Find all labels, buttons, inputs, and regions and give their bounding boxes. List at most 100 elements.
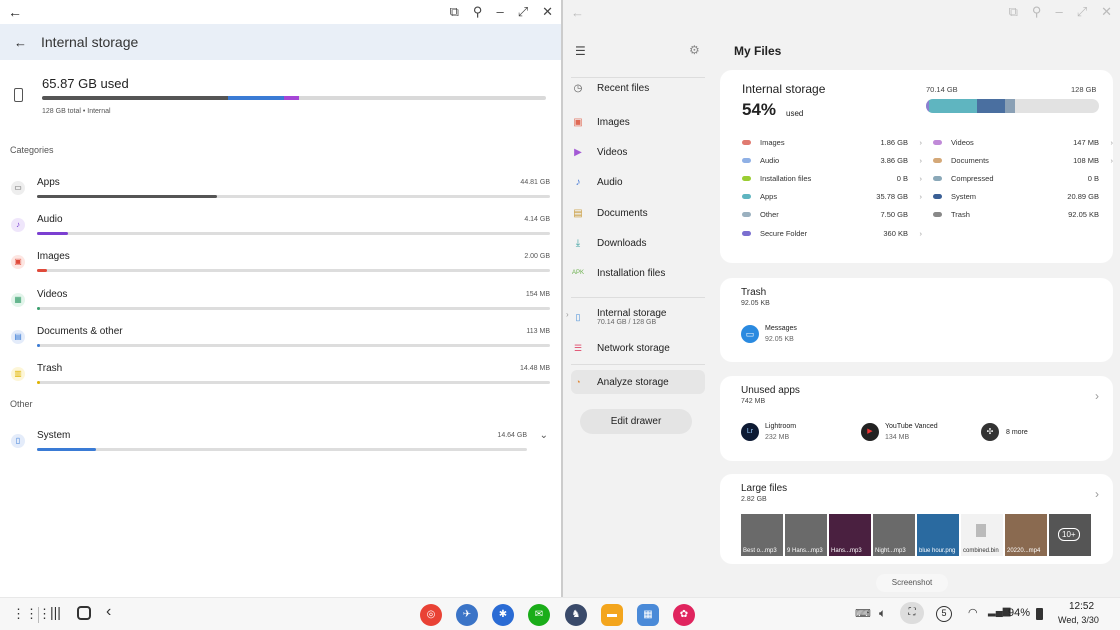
- drawer-item-analyze-storage[interactable]: ◔ Analyze storage: [571, 370, 705, 394]
- large-file-thumb[interactable]: Night...mp3: [873, 514, 915, 556]
- drawer-item-installation-files[interactable]: APK Installation files: [571, 261, 705, 285]
- volume-icon[interactable]: 🔈︎: [879, 606, 886, 621]
- chevron-right-icon[interactable]: ›: [920, 174, 923, 183]
- recent-apps-icon[interactable]: |||: [50, 604, 61, 620]
- file-name: 9 Hans...mp3: [787, 548, 823, 554]
- file-name: blue hour.png: [919, 548, 956, 554]
- legend-images[interactable]: Images 1.86 GB ›: [742, 138, 922, 150]
- trash-card[interactable]: Trash 92.05 KB ▭ Messages 92.05 KB: [720, 278, 1113, 362]
- large-files-size: 2.82 GB: [741, 496, 767, 503]
- storage-card-title: Internal storage: [742, 82, 826, 96]
- large-file-thumb[interactable]: 9 Hans...mp3: [785, 514, 827, 556]
- chevron-right-icon[interactable]: ›: [920, 156, 923, 165]
- category-row-apps[interactable]: ▭ Apps 44.81 GB: [0, 173, 560, 210]
- minimize-icon[interactable]: –: [496, 4, 503, 20]
- chevron-right-icon[interactable]: ›: [920, 192, 923, 201]
- drawer-item-downloads[interactable]: ⤓ Downloads: [571, 231, 705, 255]
- notification-badge[interactable]: 5: [936, 606, 952, 622]
- chevron-right-icon[interactable]: ›: [1095, 487, 1099, 501]
- legend-label: Installation files: [760, 174, 812, 183]
- chevron-right-icon[interactable]: ›: [1111, 138, 1114, 147]
- minimize-icon[interactable]: –: [1055, 4, 1062, 20]
- category-size: 154 MB: [525, 291, 550, 298]
- pin-icon[interactable]: ⚲: [473, 4, 483, 20]
- edit-drawer-button[interactable]: Edit drawer: [580, 409, 692, 434]
- maximize-icon[interactable]: ⤢: [518, 4, 528, 20]
- gallery-app-icon[interactable]: ▦: [637, 604, 659, 626]
- home-icon[interactable]: [77, 606, 91, 620]
- more-files-thumb[interactable]: 10+: [1049, 514, 1091, 556]
- large-file-thumb[interactable]: Best o...mp3: [741, 514, 783, 556]
- screenshot-icon[interactable]: ⛶: [900, 602, 924, 624]
- back-arrow-icon[interactable]: ←: [8, 4, 22, 20]
- back-arrow-icon[interactable]: ←: [571, 5, 584, 20]
- category-row-images[interactable]: ▣ Images 2.00 GB: [0, 247, 560, 284]
- page-header: ← Internal storage: [0, 24, 561, 60]
- chevron-right-icon[interactable]: ›: [1111, 156, 1114, 165]
- large-files-title: Large files: [741, 483, 788, 494]
- close-icon[interactable]: ✕: [1101, 4, 1112, 20]
- category-bar: [37, 307, 550, 310]
- gear-icon[interactable]: ⚙: [689, 43, 700, 57]
- other-heading: Other: [10, 399, 33, 409]
- unused-apps-card[interactable]: Unused apps 742 MB › Lr Lightroom 232 MB…: [720, 376, 1113, 461]
- drawer-item-audio[interactable]: ♪ Audio: [571, 170, 705, 194]
- legend-audio[interactable]: Audio 3.86 GB ›: [742, 156, 922, 168]
- total-label: 128 GB total • Internal: [42, 108, 111, 115]
- category-row-trash[interactable]: ▥ Trash 14.48 MB: [0, 359, 560, 396]
- drawer-item-network-storage[interactable]: ☰ Network storage: [571, 336, 705, 360]
- app-grid-icon[interactable]: ⋮⋮⋮: [12, 606, 51, 622]
- back-arrow-icon[interactable]: ←: [14, 35, 27, 50]
- back-icon[interactable]: ‹: [106, 603, 111, 621]
- close-icon[interactable]: ✕: [542, 4, 553, 20]
- large-file-thumb[interactable]: Hans...mp3: [829, 514, 871, 556]
- star-app-icon[interactable]: ✱: [492, 604, 514, 626]
- window-split-icon[interactable]: ⧉: [450, 4, 459, 20]
- internal-storage-card[interactable]: Internal storage 54% used 70.14 GB 128 G…: [720, 70, 1113, 263]
- large-file-thumb[interactable]: blue hour.png: [917, 514, 959, 556]
- drawer-item-label: Installation files: [597, 267, 666, 279]
- large-files-card[interactable]: Large files 2.82 GB › Best o...mp3 9 Hans…: [720, 474, 1113, 564]
- drawer-item-recent-files[interactable]: ◷ Recent files: [571, 76, 705, 100]
- large-file-thumb[interactable]: 20220...mp4: [1005, 514, 1047, 556]
- more-apps-label[interactable]: 8 more: [1006, 429, 1028, 436]
- legend-label: Documents: [951, 156, 989, 165]
- file-icon: [976, 524, 986, 537]
- penguin-app-icon[interactable]: ♞: [565, 604, 587, 626]
- category-row-documents-other[interactable]: ▤ Documents & other 113 MB: [0, 322, 560, 359]
- menu-icon[interactable]: ☰: [575, 44, 586, 58]
- chevron-right-icon[interactable]: ›: [1095, 389, 1099, 403]
- legend-system: System 20.89 GB: [933, 192, 1113, 204]
- legend-secure-folder[interactable]: Secure Folder 360 KB ›: [742, 229, 922, 241]
- unused-app-size: 134 MB: [885, 434, 910, 441]
- category-row-videos[interactable]: ▦ Videos 154 MB: [0, 285, 560, 322]
- chevron-right-icon[interactable]: ›: [566, 310, 569, 319]
- chrome-icon[interactable]: ◎: [420, 604, 442, 626]
- chevron-right-icon[interactable]: ›: [920, 138, 923, 147]
- flower-app-icon[interactable]: ✿: [673, 604, 695, 626]
- apk-icon: APK: [571, 270, 584, 276]
- drawer-item-images[interactable]: ▣ Images: [571, 110, 705, 134]
- drawer-item-documents[interactable]: ▤ Documents: [571, 201, 705, 225]
- legend-documents[interactable]: Documents 108 MB ›: [933, 156, 1113, 168]
- my-files-app-icon[interactable]: ▬: [601, 604, 623, 626]
- chevron-right-icon[interactable]: ›: [920, 229, 923, 238]
- maximize-icon[interactable]: ⤢: [1077, 4, 1087, 20]
- category-row-system[interactable]: ▯ System 14.64 GB ⌄: [0, 426, 560, 463]
- large-file-thumb[interactable]: combined.bin: [961, 514, 1003, 556]
- bird-app-icon[interactable]: ✈: [456, 604, 478, 626]
- legend-installation-files[interactable]: Installation files 0 B ›: [742, 174, 922, 186]
- drawer-item-internal-storage[interactable]: › ▯ Internal storage 70.14 GB / 128 GB: [566, 299, 705, 335]
- wechat-icon[interactable]: ✉: [528, 604, 550, 626]
- keyboard-icon[interactable]: ⌨: [855, 607, 871, 620]
- chevron-down-icon[interactable]: ⌄: [540, 430, 548, 441]
- pin-icon[interactable]: ⚲: [1032, 4, 1042, 20]
- window-split-icon[interactable]: ⧉: [1009, 4, 1018, 20]
- phone-icon: [14, 88, 23, 102]
- category-size: 14.48 MB: [520, 365, 550, 372]
- drawer-item-videos[interactable]: ▶ Videos: [571, 140, 705, 164]
- legend-apps[interactable]: Apps 35.78 GB ›: [742, 192, 922, 204]
- category-row-audio[interactable]: ♪ Audio 4.14 GB: [0, 210, 560, 247]
- legend-videos[interactable]: Videos 147 MB ›: [933, 138, 1113, 150]
- category-bar: [37, 448, 527, 451]
